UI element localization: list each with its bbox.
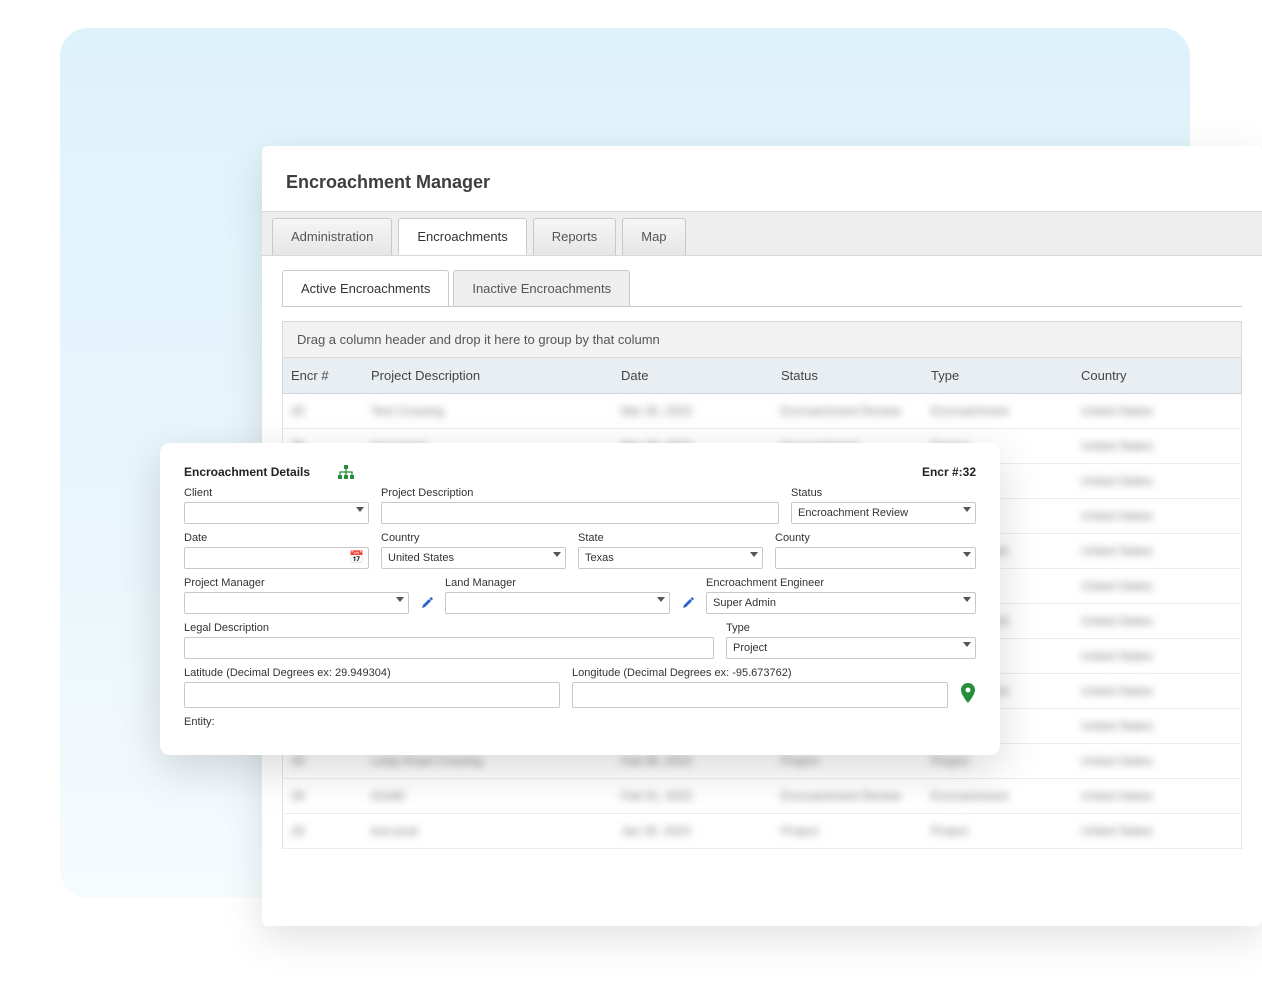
cell-country: United States (1073, 569, 1233, 603)
cell-status: Encroachment Review (773, 394, 923, 428)
cell-type: Project (923, 814, 1073, 848)
chevron-down-icon (553, 552, 561, 557)
cell-country: United States (1073, 499, 1233, 533)
label-type: Type (726, 622, 976, 634)
col-type[interactable]: Type (923, 358, 1073, 393)
client-select[interactable] (184, 502, 369, 524)
cell-status: Project (773, 814, 923, 848)
label-status: Status (791, 487, 976, 499)
encroachment-engineer-select[interactable]: Super Admin (706, 592, 976, 614)
chevron-down-icon (963, 507, 971, 512)
col-country[interactable]: Country (1073, 358, 1233, 393)
longitude-input[interactable] (572, 682, 948, 708)
encr-number: Encr #:32 (922, 465, 976, 479)
cell-country: United States (1073, 534, 1233, 568)
latitude-input[interactable] (184, 682, 560, 708)
state-select[interactable]: Texas (578, 547, 763, 569)
cell-num: 28 (283, 814, 363, 848)
cell-type: Encroachment (923, 394, 1073, 428)
label-date: Date (184, 532, 369, 544)
calendar-icon: 📅 (349, 550, 364, 564)
cell-country: United States (1073, 639, 1233, 673)
cell-country: United States (1073, 604, 1233, 638)
secondary-tabs: Active Encroachments Inactive Encroachme… (282, 270, 1242, 307)
cell-type: Encroachment (923, 779, 1073, 813)
date-input[interactable]: 📅 (184, 547, 369, 569)
col-date[interactable]: Date (613, 358, 773, 393)
chevron-down-icon (963, 597, 971, 602)
sitemap-icon[interactable] (338, 465, 354, 479)
cell-num: 29 (283, 779, 363, 813)
status-select[interactable]: Encroachment Review (791, 502, 976, 524)
col-encr-num[interactable]: Encr # (283, 358, 363, 393)
edit-land-manager-icon[interactable] (682, 597, 694, 612)
cell-date: Jan 30, 2023 (613, 814, 773, 848)
cell-country: United States (1073, 709, 1233, 743)
tab-active-encroachments[interactable]: Active Encroachments (282, 270, 449, 306)
cell-country: United States (1073, 744, 1233, 778)
cell-status: Encroachment Review (773, 779, 923, 813)
table-row[interactable]: 40Test CrossingMar 30, 2023Encroachment … (283, 394, 1241, 429)
cell-country: United States (1073, 779, 1233, 813)
project-description-input[interactable] (381, 502, 779, 524)
page-title: Encroachment Manager (262, 146, 1262, 211)
label-project-manager: Project Manager (184, 577, 409, 589)
table-header-row: Encr # Project Description Date Status T… (282, 358, 1242, 394)
label-county: County (775, 532, 976, 544)
tab-inactive-encroachments[interactable]: Inactive Encroachments (453, 270, 630, 306)
cell-country: United States (1073, 464, 1233, 498)
table-row[interactable]: 28test prodJan 30, 2023ProjectProjectUni… (283, 814, 1241, 849)
tab-map[interactable]: Map (622, 218, 685, 255)
panel-title: Encroachment Details (184, 465, 310, 479)
table-row[interactable]: 29GGAEFeb 01, 2023Encroachment ReviewEnc… (283, 779, 1241, 814)
land-manager-select[interactable] (445, 592, 670, 614)
label-longitude: Longitude (Decimal Degrees ex: -95.67376… (572, 667, 948, 679)
label-legal-description: Legal Description (184, 622, 714, 634)
legal-description-input[interactable] (184, 637, 714, 659)
chevron-down-icon (750, 552, 758, 557)
chevron-down-icon (963, 642, 971, 647)
cell-country: United States (1073, 674, 1233, 708)
label-country: Country (381, 532, 566, 544)
cell-desc: GGAE (363, 779, 613, 813)
edit-project-manager-icon[interactable] (421, 597, 433, 612)
cell-country: United States (1073, 429, 1233, 463)
cell-date: Feb 01, 2023 (613, 779, 773, 813)
county-select[interactable] (775, 547, 976, 569)
tab-reports[interactable]: Reports (533, 218, 617, 255)
cell-country: United States (1073, 814, 1233, 848)
group-by-dropzone[interactable]: Drag a column header and drop it here to… (282, 321, 1242, 358)
label-latitude: Latitude (Decimal Degrees ex: 29.949304) (184, 667, 560, 679)
tab-encroachments[interactable]: Encroachments (398, 218, 526, 255)
country-select[interactable]: United States (381, 547, 566, 569)
chevron-down-icon (396, 597, 404, 602)
label-encroachment-engineer: Encroachment Engineer (706, 577, 976, 589)
type-select[interactable]: Project (726, 637, 976, 659)
label-client: Client (184, 487, 369, 499)
label-state: State (578, 532, 763, 544)
label-entity: Entity: (184, 716, 215, 728)
cell-date: Mar 30, 2023 (613, 394, 773, 428)
cell-num: 40 (283, 394, 363, 428)
col-status[interactable]: Status (773, 358, 923, 393)
cell-desc: Test Crossing (363, 394, 613, 428)
cell-desc: test prod (363, 814, 613, 848)
project-manager-select[interactable] (184, 592, 409, 614)
map-pin-icon[interactable] (960, 683, 976, 706)
primary-tabs: Administration Encroachments Reports Map (262, 211, 1262, 256)
chevron-down-icon (356, 507, 364, 512)
chevron-down-icon (657, 597, 665, 602)
tab-administration[interactable]: Administration (272, 218, 392, 255)
cell-country: United States (1073, 394, 1233, 428)
label-land-manager: Land Manager (445, 577, 670, 589)
encroachment-details-panel: Encroachment Details Encr #:32 Client Pr… (160, 443, 1000, 755)
col-project[interactable]: Project Description (363, 358, 613, 393)
label-project-description: Project Description (381, 487, 779, 499)
chevron-down-icon (963, 552, 971, 557)
